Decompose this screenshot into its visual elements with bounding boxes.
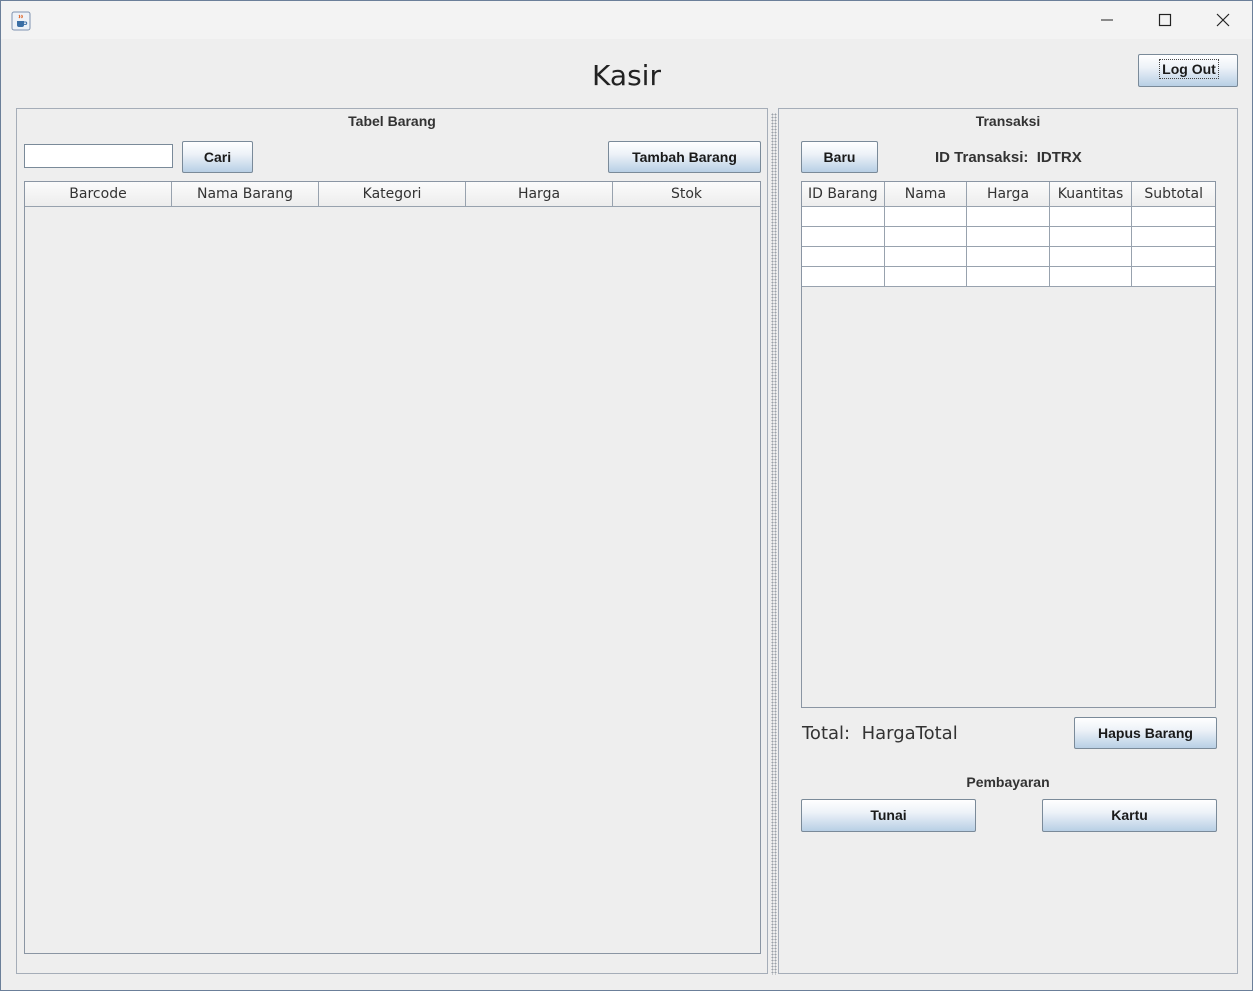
column-header-barcode[interactable]: Barcode — [25, 182, 172, 207]
pembayaran-title: Pembayaran — [966, 774, 1050, 790]
minimize-icon — [1101, 19, 1113, 21]
table-cell[interactable] — [802, 207, 885, 227]
tabel-barang-panel: Tabel Barang Cari Tambah Barang Barcode … — [16, 108, 768, 974]
barang-table[interactable]: Barcode Nama Barang Kategori Harga Stok — [24, 181, 761, 954]
transaksi-title: Transaksi — [975, 113, 1041, 129]
table-cell[interactable] — [1132, 227, 1215, 247]
column-header-subtotal[interactable]: Subtotal — [1132, 182, 1215, 207]
total-value: HargaTotal — [861, 723, 958, 744]
transaksi-panel: Transaksi Baru ID Transaksi: IDTRX ID Ba… — [778, 108, 1238, 974]
tambah-barang-label: Tambah Barang — [632, 149, 737, 165]
table-row[interactable] — [802, 247, 1215, 267]
minimize-button[interactable] — [1078, 1, 1136, 39]
baru-button-label: Baru — [823, 149, 856, 165]
maximize-icon — [1158, 13, 1172, 27]
table-cell[interactable] — [884, 227, 968, 247]
tunai-button[interactable]: Tunai — [801, 799, 976, 832]
table-cell[interactable] — [884, 247, 968, 267]
table-cell[interactable] — [802, 227, 885, 247]
table-cell[interactable] — [967, 247, 1050, 267]
tambah-barang-button[interactable]: Tambah Barang — [608, 141, 761, 173]
kartu-button[interactable]: Kartu — [1042, 799, 1217, 832]
hapus-barang-button[interactable]: Hapus Barang — [1074, 717, 1217, 749]
table-cell[interactable] — [802, 267, 885, 287]
transaksi-table-header: ID Barang Nama Harga Kuantitas Subtotal — [802, 182, 1215, 207]
search-input[interactable] — [24, 144, 173, 168]
logout-button[interactable]: Log Out — [1138, 54, 1238, 87]
table-cell[interactable] — [1132, 247, 1215, 267]
tabel-barang-title: Tabel Barang — [348, 113, 436, 129]
total-caption: Total: — [802, 723, 851, 744]
table-cell[interactable] — [967, 267, 1050, 287]
hapus-barang-label: Hapus Barang — [1098, 725, 1193, 741]
transaksi-table[interactable]: ID Barang Nama Harga Kuantitas Subtotal — [801, 181, 1216, 708]
table-cell[interactable] — [884, 267, 968, 287]
column-header-harga[interactable]: Harga — [967, 182, 1050, 207]
title-bar — [1, 1, 1252, 39]
id-transaksi-label: ID Transaksi: IDTRX — [935, 149, 1082, 166]
java-coffee-icon — [11, 11, 31, 31]
column-header-nama-barang[interactable]: Nama Barang — [172, 182, 319, 207]
table-cell[interactable] — [967, 227, 1050, 247]
column-header-kuantitas[interactable]: Kuantitas — [1049, 182, 1133, 207]
total-display: Total: HargaTotal — [802, 723, 958, 744]
maximize-button[interactable] — [1136, 1, 1194, 39]
baru-button[interactable]: Baru — [801, 141, 878, 173]
column-header-stok[interactable]: Stok — [613, 182, 760, 207]
table-cell[interactable] — [1132, 207, 1215, 227]
column-header-id-barang[interactable]: ID Barang — [802, 182, 885, 207]
app-window: Kasir Log Out Tabel Barang Cari Tambah B… — [0, 0, 1253, 991]
table-cell[interactable] — [1132, 267, 1215, 287]
table-row[interactable] — [802, 267, 1215, 287]
page-title: Kasir — [592, 59, 661, 92]
close-icon — [1216, 13, 1230, 27]
table-row[interactable] — [802, 227, 1215, 247]
barang-table-header: Barcode Nama Barang Kategori Harga Stok — [25, 182, 760, 207]
close-button[interactable] — [1194, 1, 1252, 39]
id-transaksi-caption: ID Transaksi: — [935, 149, 1029, 166]
column-header-harga[interactable]: Harga — [466, 182, 613, 207]
column-header-kategori[interactable]: Kategori — [319, 182, 466, 207]
table-cell[interactable] — [1049, 267, 1133, 287]
id-transaksi-value: IDTRX — [1036, 149, 1082, 166]
table-cell[interactable] — [1049, 247, 1133, 267]
table-cell[interactable] — [884, 207, 968, 227]
column-header-nama[interactable]: Nama — [884, 182, 968, 207]
cari-button-label: Cari — [203, 149, 232, 165]
table-row[interactable] — [802, 207, 1215, 227]
table-cell[interactable] — [1049, 227, 1133, 247]
table-cell[interactable] — [1049, 207, 1133, 227]
logout-label: Log Out — [1159, 59, 1219, 79]
split-pane-divider[interactable] — [771, 113, 777, 975]
table-cell[interactable] — [967, 207, 1050, 227]
cari-button[interactable]: Cari — [182, 141, 253, 173]
table-cell[interactable] — [802, 247, 885, 267]
kartu-button-label: Kartu — [1111, 807, 1148, 823]
tunai-button-label: Tunai — [870, 807, 907, 823]
